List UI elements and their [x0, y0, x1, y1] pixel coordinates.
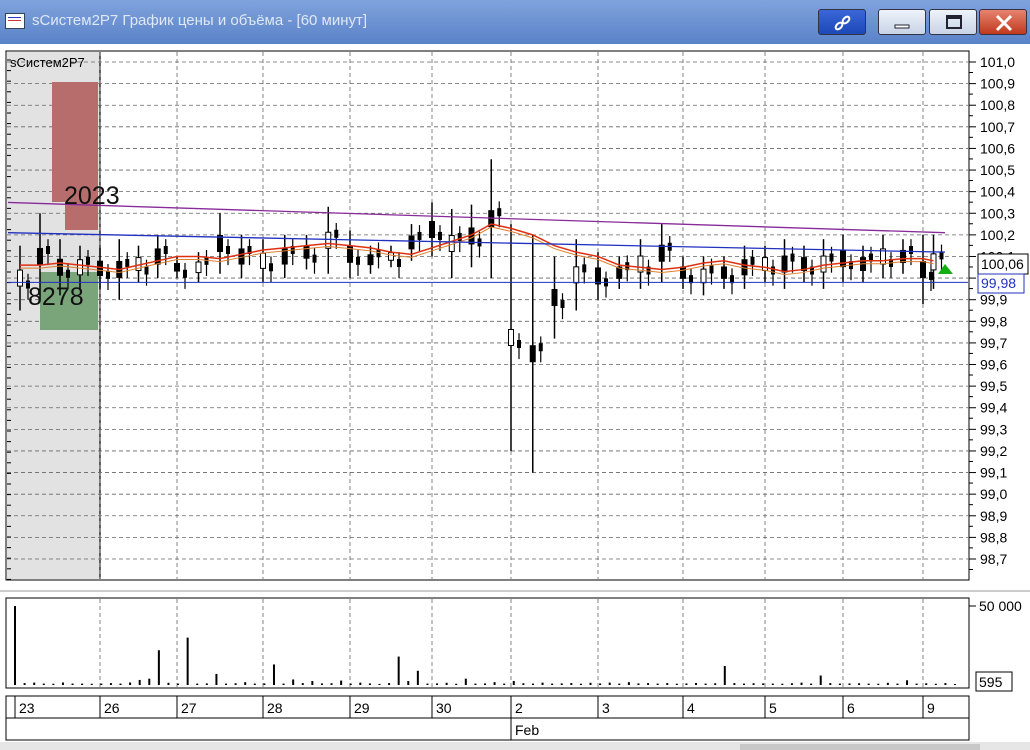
maximize-icon	[946, 15, 962, 29]
scrollbar-thumb[interactable]	[740, 744, 980, 750]
link-button[interactable]	[818, 9, 866, 35]
maximize-button[interactable]	[929, 9, 977, 35]
minimize-icon	[894, 24, 910, 29]
app-chart-icon	[5, 13, 25, 29]
window-title: sСистем2P7 График цены и объёма - [60 ми…	[32, 12, 368, 29]
minimize-button[interactable]	[878, 9, 926, 35]
chart-window-client	[0, 44, 1030, 750]
close-icon	[995, 14, 1013, 32]
title-bar: sСистем2P7 График цены и объёма - [60 ми…	[0, 0, 1030, 44]
link-icon	[834, 15, 851, 31]
close-button[interactable]	[979, 9, 1027, 35]
